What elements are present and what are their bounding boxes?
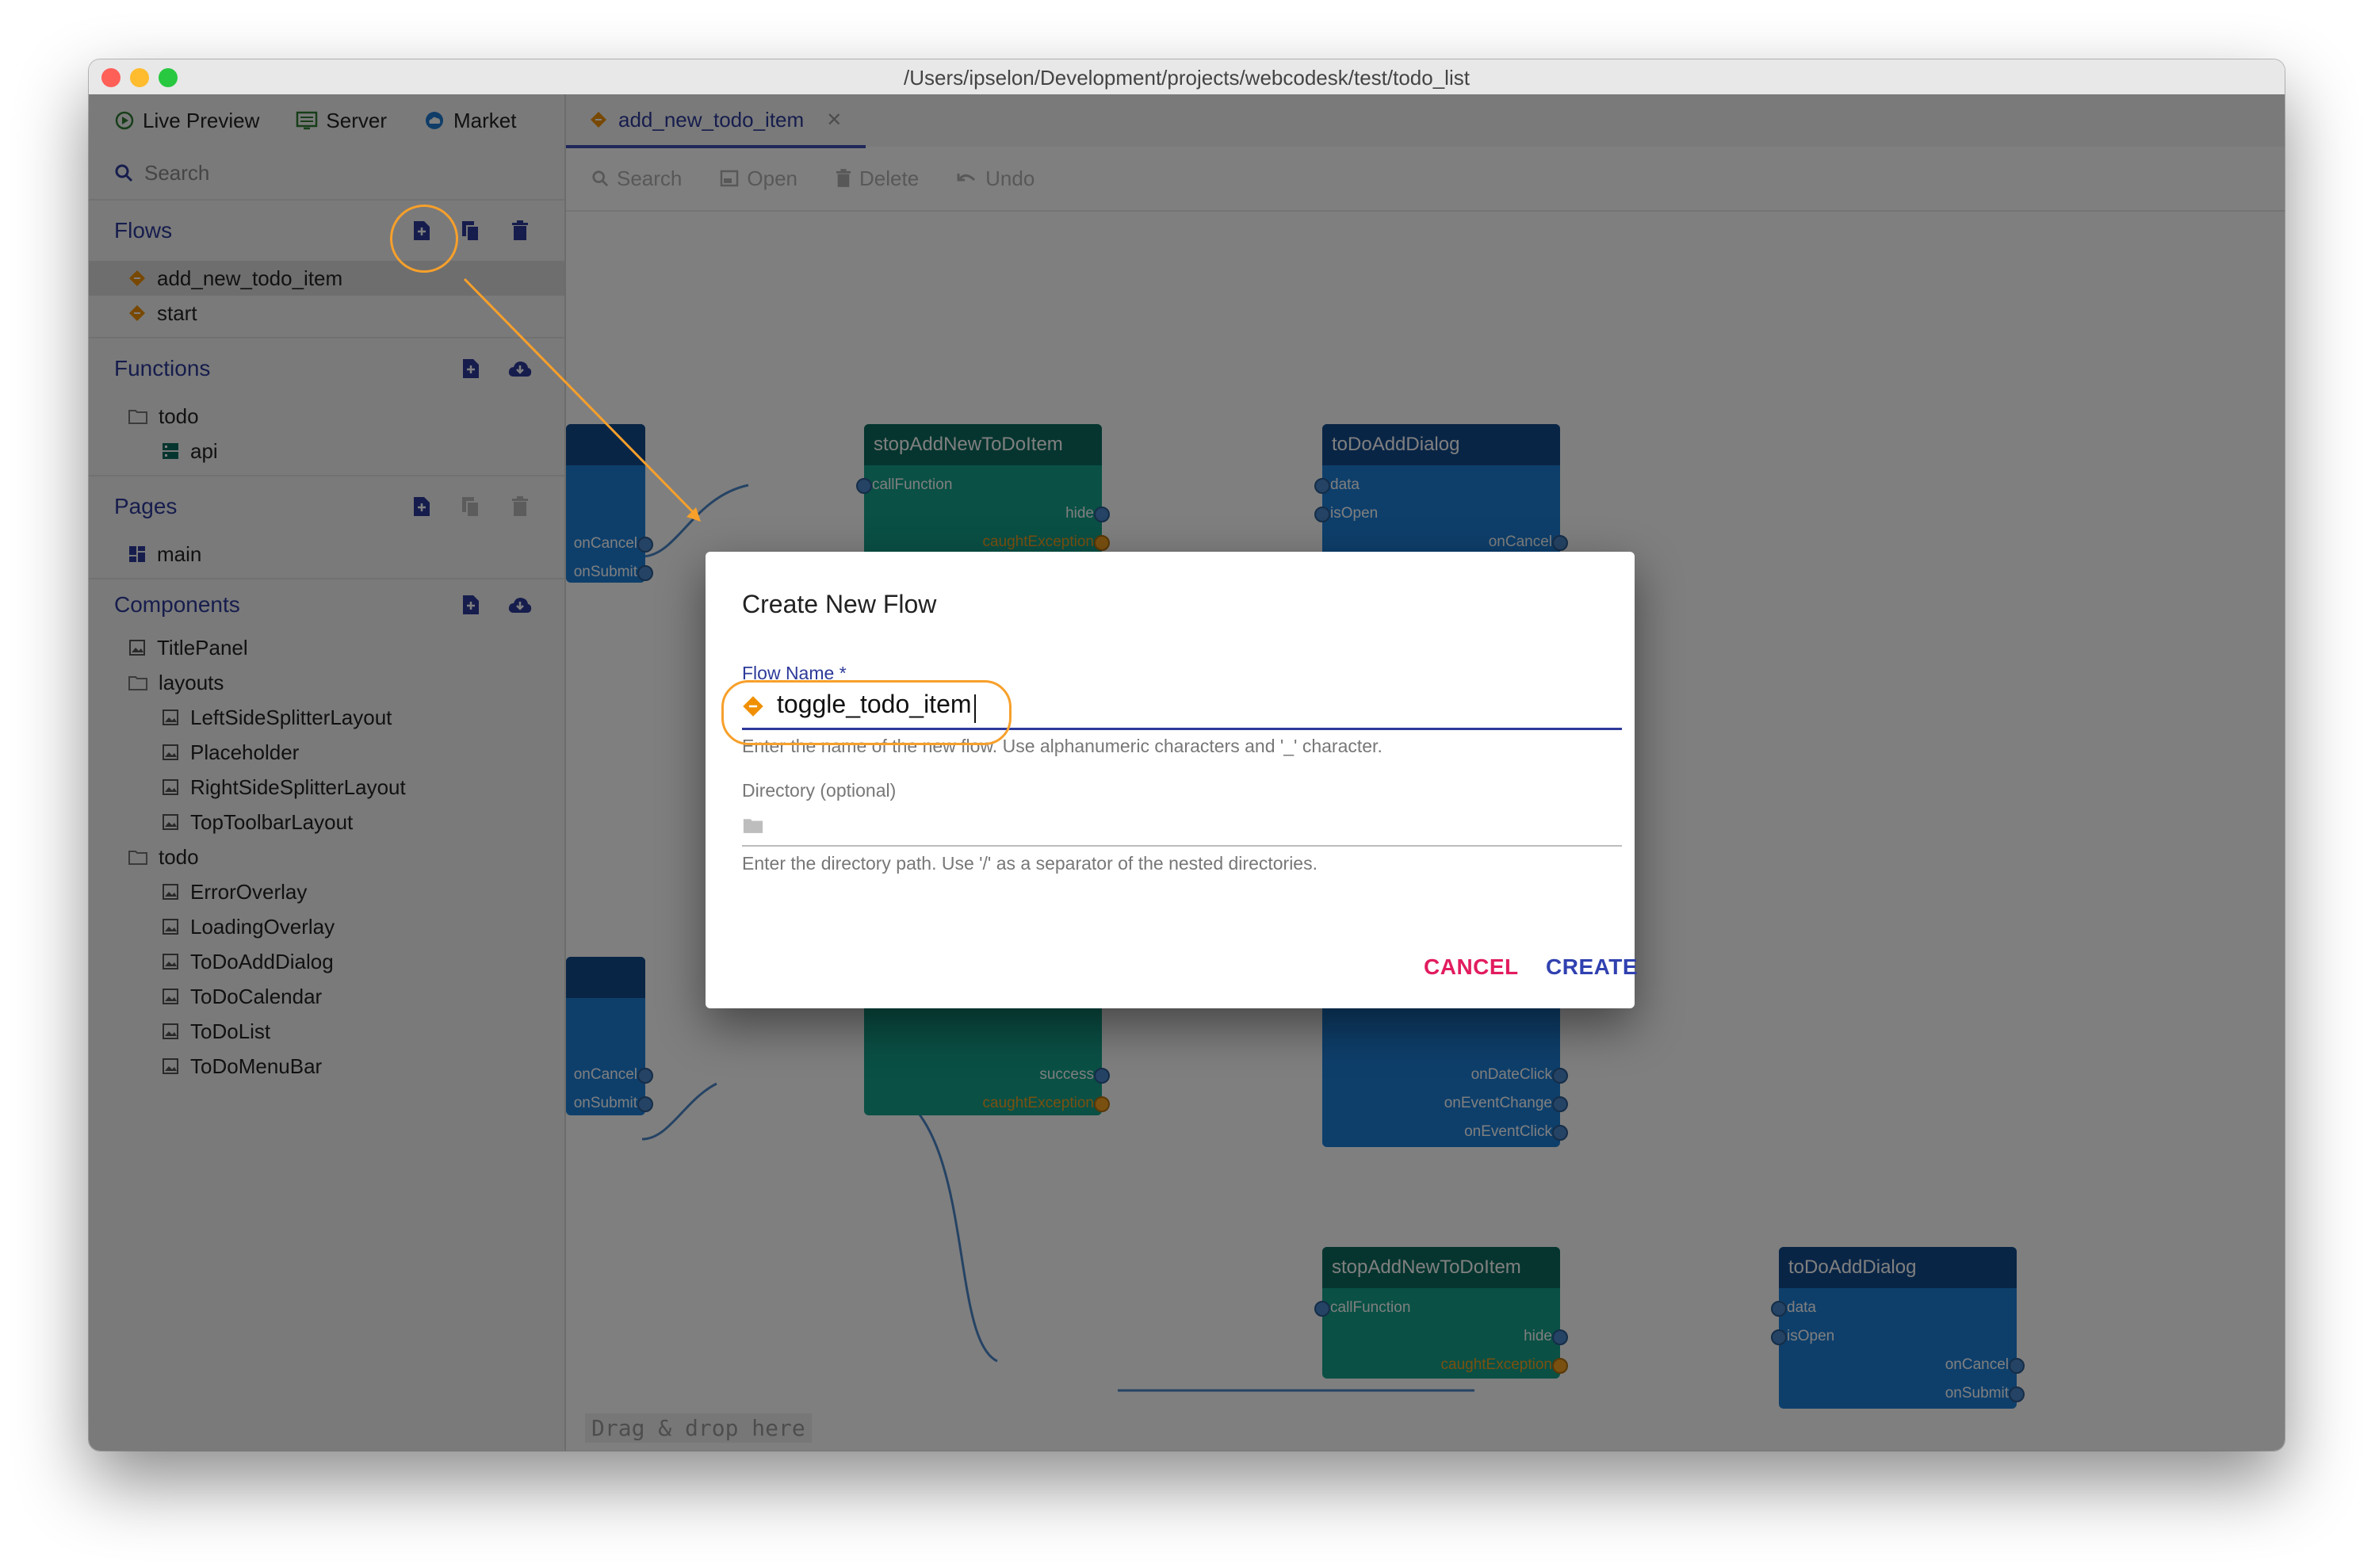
flow-name-highlight-ring xyxy=(721,680,1012,745)
dialog-title: Create New Flow xyxy=(742,590,937,618)
new-flow-highlight-ring xyxy=(390,205,458,273)
folder-icon xyxy=(742,817,764,834)
cancel-button[interactable]: CANCEL xyxy=(1424,954,1519,980)
create-new-flow-dialog: Create New Flow Flow Name * toggle_todo_… xyxy=(706,552,1638,1008)
title-bar: /Users/ipselon/Development/projects/webc… xyxy=(89,59,2285,95)
window-title: /Users/ipselon/Development/projects/webc… xyxy=(904,66,1470,90)
directory-help: Enter the directory path. Use '/' as a s… xyxy=(742,853,1318,874)
directory-label: Directory (optional) xyxy=(742,780,897,801)
directory-field[interactable] xyxy=(742,805,1622,847)
create-button[interactable]: CREATE xyxy=(1546,954,1638,980)
